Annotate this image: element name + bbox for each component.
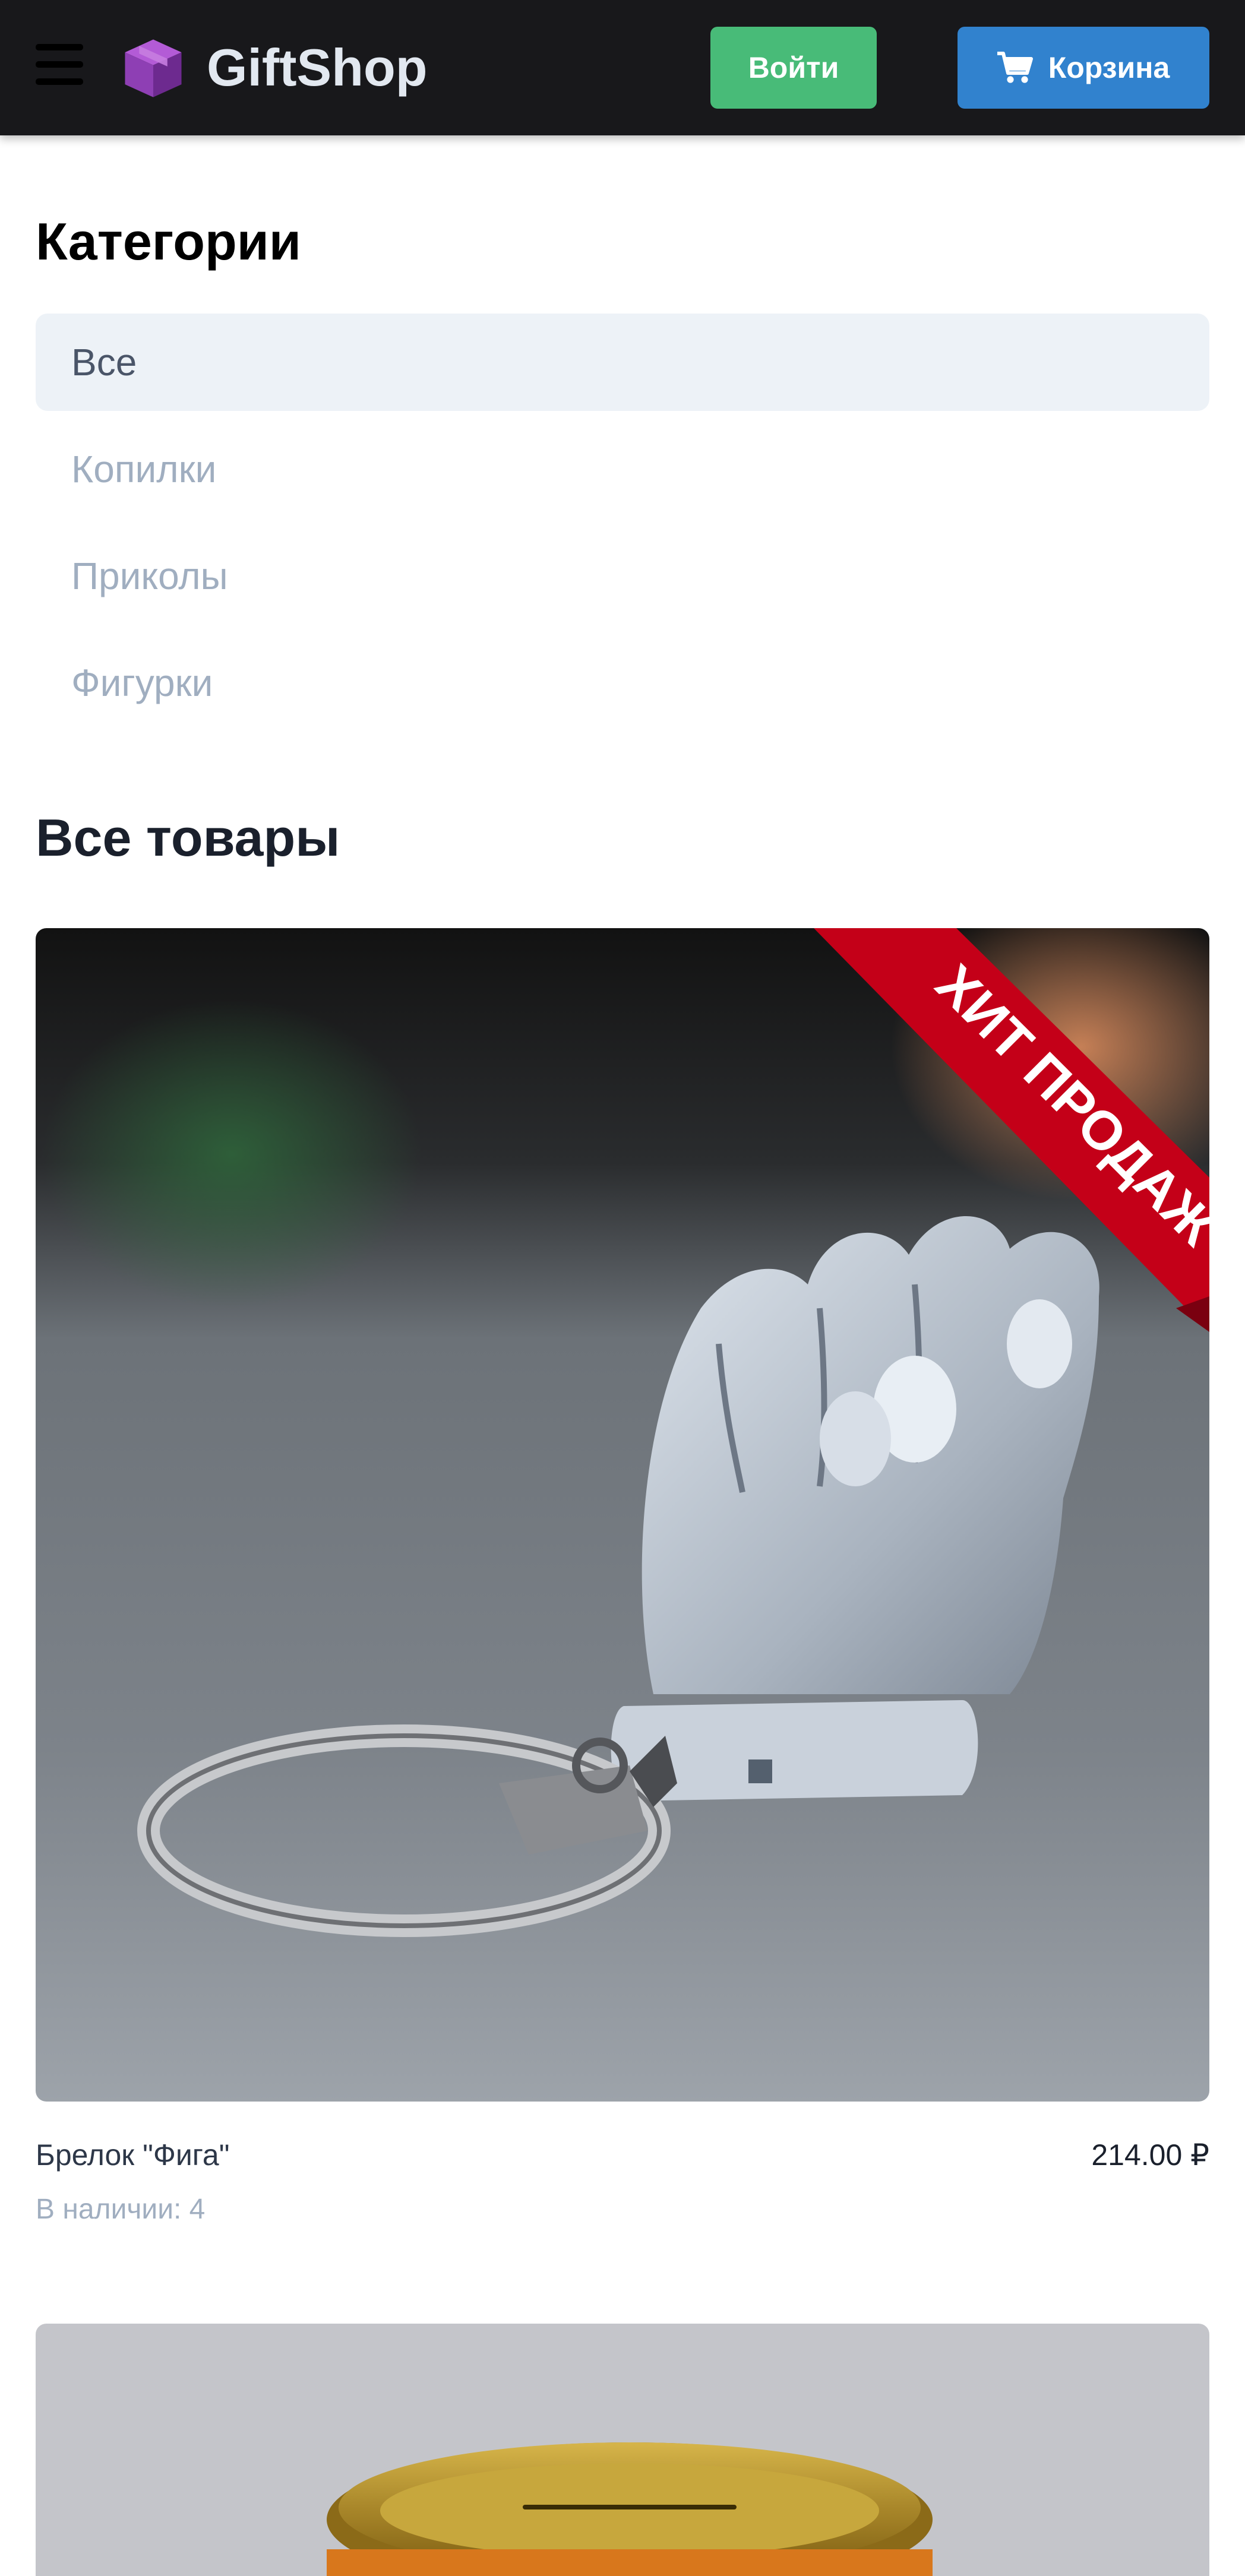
hamburger-menu-icon[interactable] bbox=[36, 44, 83, 86]
product-stock: В наличии: 4 bbox=[36, 2194, 206, 2225]
category-item-all[interactable]: Все bbox=[36, 314, 1209, 411]
products-heading: Все товары bbox=[36, 808, 340, 867]
cube-logo-icon bbox=[121, 36, 185, 100]
category-item-figurines[interactable]: Фигурки bbox=[36, 634, 1209, 732]
categories-heading: Категории bbox=[36, 212, 301, 271]
product-name[interactable]: Брелок "Фига" bbox=[36, 2138, 229, 2172]
cart-button[interactable]: Корзина bbox=[958, 27, 1209, 109]
product-price: 214.00 ₽ bbox=[1091, 2138, 1209, 2172]
category-item-piggy-banks[interactable]: Копилки bbox=[36, 420, 1209, 518]
category-list: Все Копилки Приколы Фигурки bbox=[36, 314, 1209, 741]
category-item-jokes[interactable]: Приколы bbox=[36, 527, 1209, 625]
top-navbar: GiftShop Войти Корзина bbox=[0, 0, 1245, 135]
cart-button-label: Корзина bbox=[1048, 51, 1170, 84]
brand-name[interactable]: GiftShop bbox=[207, 36, 427, 100]
product-image-tin-can[interactable] bbox=[36, 2324, 1209, 2576]
product-image-keychain-fig[interactable]: ХИТ ПРОДАЖ bbox=[36, 928, 1209, 2102]
login-button[interactable]: Войти bbox=[710, 27, 877, 109]
shopping-cart-icon bbox=[997, 52, 1033, 83]
